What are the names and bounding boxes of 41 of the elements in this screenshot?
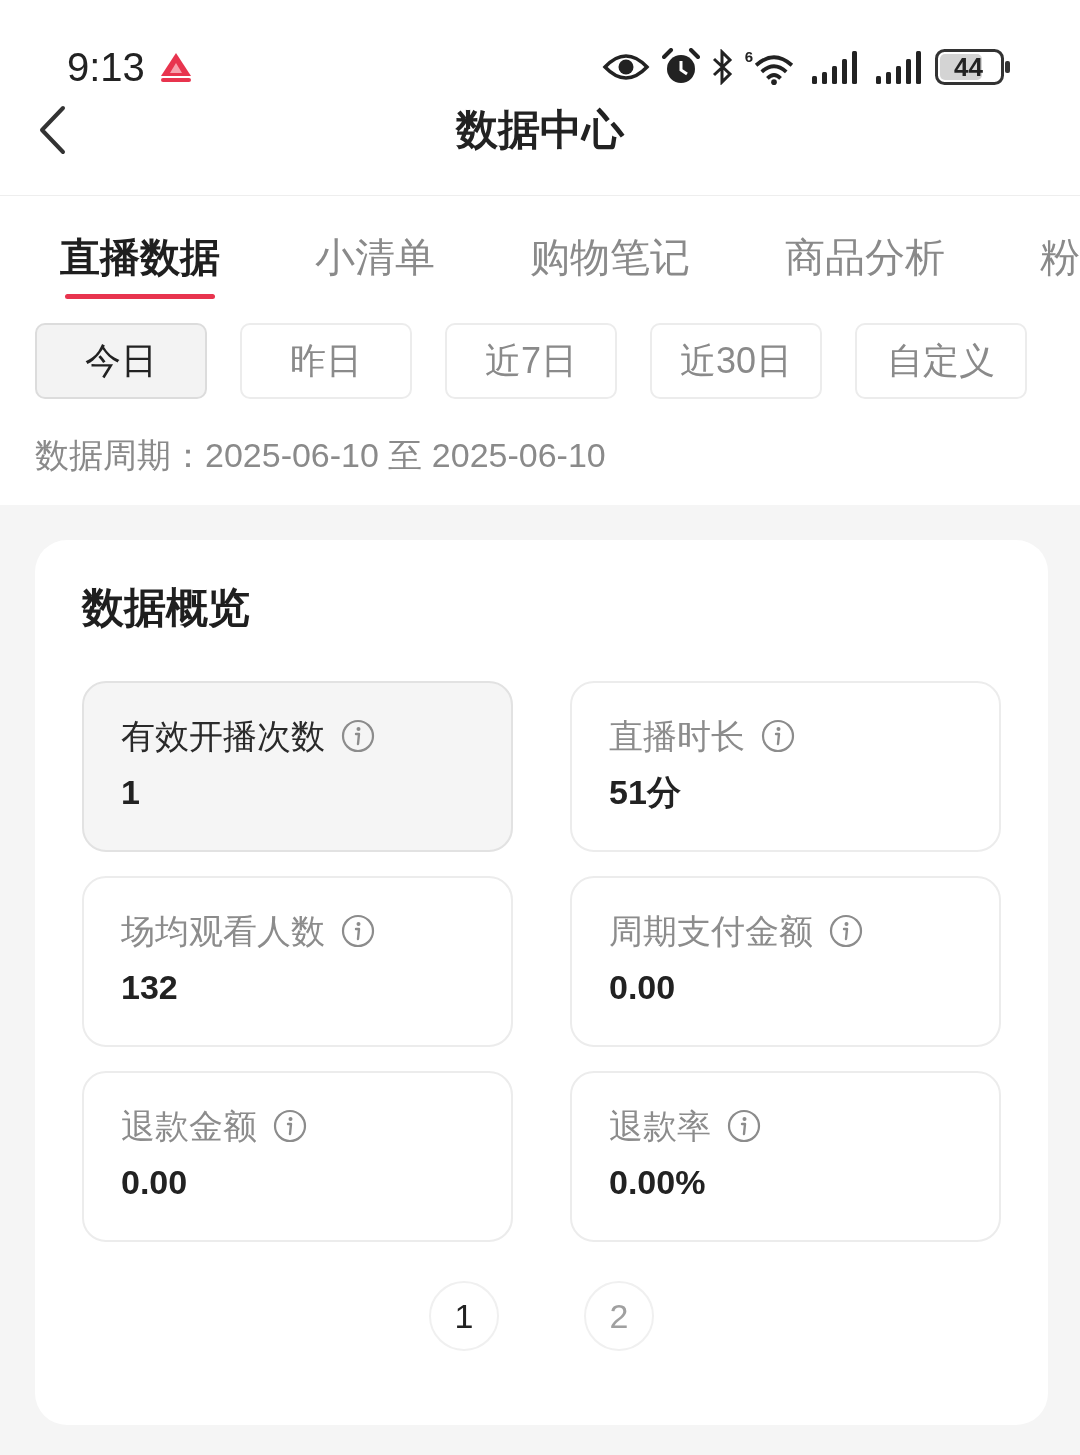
metric-value: 0.00	[609, 967, 676, 1007]
battery-icon	[935, 49, 1010, 85]
page-title: 数据中心	[456, 105, 624, 155]
bluetooth-icon	[710, 49, 735, 85]
date-range-text: 数据周期：2025-06-10 至 2025-06-10	[35, 436, 606, 474]
alarm-clock-icon	[661, 48, 700, 86]
battery-level-text: 44	[954, 54, 983, 80]
category-tab[interactable]: 直播数据	[60, 233, 220, 299]
metric-value: 1	[121, 772, 140, 812]
metric-card[interactable]: 退款金额 0.00	[82, 1071, 513, 1242]
metric-card[interactable]: 直播时长 51分	[570, 681, 1001, 852]
metric-value: 0.00	[121, 1162, 188, 1202]
metric-card[interactable]: 周期支付金额 0.00	[570, 876, 1001, 1047]
info-icon[interactable]	[761, 719, 795, 753]
wifi-generation-label: 6	[744, 49, 753, 64]
back-icon[interactable]	[38, 105, 66, 155]
info-icon[interactable]	[829, 914, 863, 948]
page-button[interactable]: 1	[429, 1281, 499, 1351]
metric-label: 退款金额	[121, 1106, 257, 1146]
metric-value: 132	[121, 967, 178, 1007]
period-chip[interactable]: 今日	[35, 323, 207, 399]
info-icon[interactable]	[341, 719, 375, 753]
eye-icon	[601, 52, 650, 82]
info-icon[interactable]	[273, 1109, 307, 1143]
metric-value: 51分	[609, 772, 681, 812]
status-time: 9:13	[67, 44, 145, 90]
metric-card[interactable]: 场均观看人数 132	[82, 876, 513, 1047]
metric-label: 退款率	[609, 1106, 711, 1146]
signal-icon	[876, 50, 921, 84]
metric-label: 场均观看人数	[121, 911, 325, 951]
metric-card[interactable]: 退款率 0.00%	[570, 1071, 1001, 1242]
info-icon[interactable]	[341, 914, 375, 948]
metric-label: 直播时长	[609, 716, 745, 756]
metric-label: 有效开播次数	[121, 716, 325, 756]
metric-card[interactable]: 有效开播次数 1	[82, 681, 513, 852]
wifi-icon	[753, 53, 795, 85]
info-icon[interactable]	[727, 1109, 761, 1143]
signal-icon	[812, 50, 857, 84]
metric-label: 周期支付金额	[609, 911, 813, 951]
metric-value: 0.00%	[609, 1162, 706, 1202]
section-title: 数据概览	[82, 583, 250, 633]
